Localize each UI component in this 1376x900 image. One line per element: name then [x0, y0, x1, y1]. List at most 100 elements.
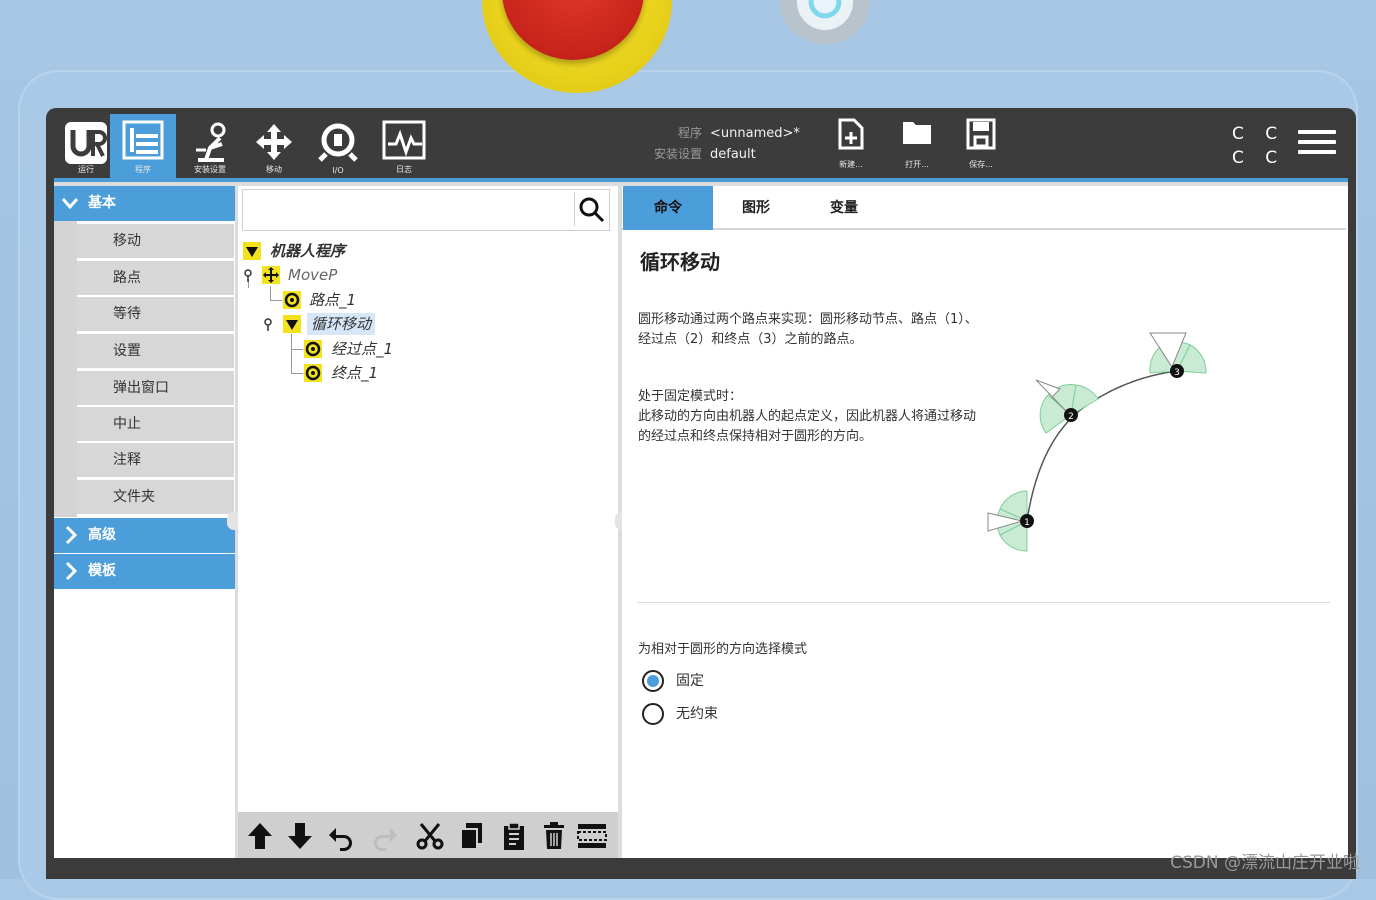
tree-circle-move-selected[interactable]: 循环移动 — [307, 313, 376, 335]
nav-indent-strip — [54, 221, 77, 517]
watermark: CSDN @漂流山庄开业啦 — [1170, 853, 1360, 873]
breakpoint-pin-icon[interactable] — [263, 318, 273, 332]
program-name-row: 程序 <unnamed>* — [642, 124, 800, 141]
folder-icon — [903, 122, 931, 144]
speed-indicator[interactable]: C C C C — [1232, 122, 1285, 170]
cut-icon[interactable] — [414, 820, 446, 852]
breakpoint-pin-icon[interactable] — [243, 269, 253, 283]
expand-triangle-icon[interactable] — [243, 242, 261, 260]
movep-icon — [262, 266, 280, 284]
ur-logo-icon — [65, 122, 107, 164]
nav-item-comment[interactable]: 注释 — [77, 443, 234, 477]
mode-question-label: 为相对于圆形的方向选择模式 — [638, 642, 808, 657]
tab-run-label: 运行 — [78, 165, 94, 174]
tab-command[interactable]: 命令 — [623, 186, 713, 230]
tab-move[interactable]: 移动 — [242, 114, 306, 178]
circle-move-diagram: 1 2 3 — [987, 332, 1207, 552]
paste-icon[interactable] — [498, 820, 530, 852]
description-paragraph-2-heading: 处于固定模式时： — [638, 389, 743, 404]
chevron-down-icon — [61, 198, 79, 210]
search-input[interactable] — [242, 189, 610, 231]
radio-unconstrained[interactable] — [642, 703, 664, 725]
toolbar-accent-line — [54, 178, 1348, 182]
program-value: <unnamed>* — [710, 126, 800, 141]
category-advanced-label: 高级 — [88, 527, 116, 543]
save-program-button[interactable]: 保存... — [956, 118, 1006, 176]
tab-variables[interactable]: 变量 — [799, 186, 889, 230]
nav-item-folder[interactable]: 文件夹 — [77, 480, 234, 514]
nav-item-set[interactable]: 设置 — [77, 334, 234, 368]
program-icon — [122, 120, 164, 160]
tab-io-label: I/O — [332, 166, 344, 175]
tab-log-label: 日志 — [396, 165, 412, 174]
new-program-button[interactable]: 新建... — [826, 118, 876, 176]
tree-movep[interactable]: MoveP — [288, 264, 337, 286]
tree-toolbar — [238, 812, 618, 858]
tab-installation-label: 安装设置 — [194, 165, 226, 174]
radio-fixed[interactable] — [642, 670, 664, 692]
redo-icon[interactable] — [368, 820, 400, 852]
copy-icon[interactable] — [456, 820, 488, 852]
nav-item-move[interactable]: 移动 — [77, 224, 234, 258]
end-point-icon — [304, 364, 322, 382]
via-point-icon — [304, 340, 322, 358]
tab-io[interactable]: I/O — [306, 114, 370, 178]
tree-waypoint-1[interactable]: 路点_1 — [309, 289, 356, 311]
tab-run[interactable]: 运行 — [54, 114, 118, 178]
new-program-label: 新建... — [839, 160, 863, 169]
speed-indicator-top: C C — [1232, 124, 1286, 144]
move-icon — [256, 124, 292, 160]
status-bar — [54, 858, 1348, 879]
nav-item-waypoint[interactable]: 路点 — [77, 261, 234, 295]
radio-fixed-label: 固定 — [676, 673, 704, 689]
delete-trash-icon[interactable] — [538, 820, 570, 852]
category-templates[interactable]: 模板 — [54, 554, 235, 589]
program-key: 程序 — [677, 126, 702, 140]
diagram-point-2-label: 2 — [1068, 412, 1074, 422]
tree-connector — [270, 286, 271, 300]
tree-connector — [291, 373, 303, 374]
tree-connector — [270, 300, 282, 301]
suppress-icon[interactable] — [576, 820, 608, 852]
category-basic[interactable]: 基本 — [54, 186, 235, 221]
category-templates-label: 模板 — [88, 563, 116, 579]
nav-item-halt[interactable]: 中止 — [77, 407, 234, 441]
description-paragraph-1: 圆形移动通过两个路点来实现：圆形移动节点、路点（1）、经过点（2）和终点（3）之… — [638, 312, 978, 347]
installation-icon — [196, 122, 226, 162]
search-divider — [574, 192, 575, 226]
category-advanced[interactable]: 高级 — [54, 518, 235, 553]
top-toolbar: 运行 程序 安装设置 移动 I/O 日志 程序 <unnamed>* 安装设置 … — [54, 114, 1348, 178]
open-program-label: 打开... — [905, 160, 929, 169]
tab-installation[interactable]: 安装设置 — [178, 114, 242, 178]
tab-graphics[interactable]: 图形 — [711, 186, 801, 230]
tree-end-point-1[interactable]: 终点_1 — [331, 362, 378, 384]
search-icon[interactable] — [578, 196, 606, 224]
undo-icon[interactable] — [326, 820, 358, 852]
open-program-button[interactable]: 打开... — [892, 118, 942, 176]
tree-connector — [291, 349, 303, 350]
tree-connector — [291, 334, 292, 374]
tab-program-label: 程序 — [135, 165, 151, 174]
tab-log[interactable]: 日志 — [372, 114, 436, 178]
program-tree-pane — [238, 186, 618, 858]
waypoint-icon — [283, 291, 301, 309]
diagram-point-3-label: 3 — [1174, 368, 1180, 378]
chevron-right-icon — [65, 561, 78, 581]
move-up-arrow-icon[interactable] — [244, 820, 276, 852]
installation-name-row: 安装设置 default — [642, 145, 756, 162]
speed-indicator-bottom: C C — [1232, 148, 1286, 168]
log-icon — [382, 120, 426, 160]
tab-program[interactable]: 程序 — [110, 114, 176, 178]
tree-via-point-1[interactable]: 经过点_1 — [331, 338, 393, 360]
save-program-label: 保存... — [969, 160, 993, 169]
section-divider — [637, 602, 1330, 603]
nav-item-popup[interactable]: 弹出窗口 — [77, 371, 234, 405]
nav-item-wait[interactable]: 等待 — [77, 297, 234, 331]
expand-triangle-icon[interactable] — [283, 315, 301, 333]
tab-move-label: 移动 — [266, 165, 282, 174]
tree-root-robot-program[interactable]: 机器人程序 — [270, 240, 345, 262]
description-paragraph-2: 此移动的方向由机器人的起点定义，因此机器人将通过移动的经过点和终点保持相对于圆形… — [638, 409, 977, 444]
io-icon — [318, 123, 358, 162]
hamburger-menu-icon[interactable] — [1298, 124, 1336, 160]
move-down-arrow-icon[interactable] — [284, 820, 316, 852]
